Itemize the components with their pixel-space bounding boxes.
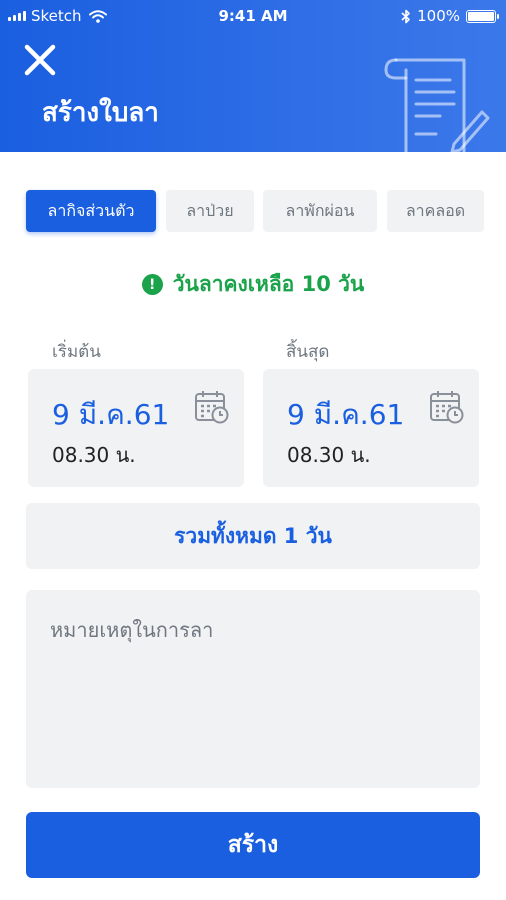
end-date-card[interactable]: 9 มี.ค.61 08.30 น. xyxy=(263,369,479,487)
tab-sick-leave[interactable]: ลาป่วย xyxy=(166,190,254,232)
battery-percent: 100% xyxy=(417,7,460,25)
start-date-card[interactable]: 9 มี.ค.61 08.30 น. xyxy=(28,369,244,487)
remaining-days-text: วันลาคงเหลือ 10 วัน xyxy=(172,272,365,296)
start-time-value: 08.30 น. xyxy=(52,443,136,467)
tab-personal-leave[interactable]: ลากิจส่วนตัว xyxy=(26,190,156,232)
total-days: รวมทั้งหมด 1 วัน xyxy=(26,503,480,569)
document-pen-icon xyxy=(384,58,490,152)
start-date-label: เริ่มต้น xyxy=(52,342,101,362)
remaining-days: ! วันลาคงเหลือ 10 วัน xyxy=(0,268,506,301)
header: Sketch 9:41 AM 100% สร้างใบลา xyxy=(0,0,506,152)
start-date-value: 9 มี.ค.61 xyxy=(52,398,170,431)
end-date-label: สิ้นสุด xyxy=(286,342,330,362)
battery-icon xyxy=(466,9,499,23)
tab-maternity-leave[interactable]: ลาคลอด xyxy=(387,190,484,232)
leave-note-input[interactable] xyxy=(26,590,480,788)
calendar-clock-icon[interactable] xyxy=(194,389,230,425)
bluetooth-icon xyxy=(401,9,410,23)
close-icon[interactable] xyxy=(20,40,60,80)
status-bar: Sketch 9:41 AM 100% xyxy=(0,0,506,32)
tab-vacation-leave[interactable]: ลาพักผ่อน xyxy=(263,190,377,232)
page-title: สร้างใบลา xyxy=(42,98,159,128)
leave-type-tabs: ลากิจส่วนตัว ลาป่วย ลาพักผ่อน ลาคลอด xyxy=(26,190,484,234)
alert-icon: ! xyxy=(141,274,163,295)
end-time-value: 08.30 น. xyxy=(287,443,371,467)
end-date-value: 9 มี.ค.61 xyxy=(287,398,405,431)
status-right: 100% xyxy=(401,7,499,25)
create-button[interactable]: สร้าง xyxy=(26,812,480,878)
calendar-clock-icon[interactable] xyxy=(429,389,465,425)
